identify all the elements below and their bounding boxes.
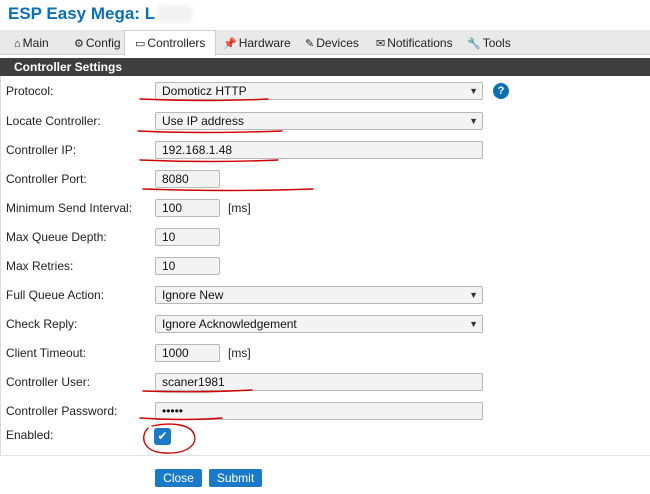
controller-user-label: Controller User: (6, 375, 91, 389)
help-icon[interactable]: ? (493, 83, 509, 99)
tab-config-label: Config (85, 36, 121, 50)
full-queue-action-select[interactable]: Ignore New ▼ (155, 286, 483, 304)
wrench-icon: 🔧 (467, 38, 481, 50)
section-title: Controller Settings (14, 60, 123, 74)
tab-main-label: Main (22, 36, 49, 50)
tab-controllers[interactable]: ▭ Controllers (124, 30, 217, 56)
min-send-interval-unit: [ms] (228, 201, 251, 215)
min-send-interval-input[interactable]: 100 (155, 199, 220, 217)
enabled-checkbox[interactable]: ✔ (154, 428, 171, 445)
protocol-select[interactable]: Domoticz HTTP ▼ (155, 82, 483, 100)
check-reply-select[interactable]: Ignore Acknowledgement ▼ (155, 315, 483, 333)
max-queue-depth-input[interactable]: 10 (155, 228, 220, 246)
tab-notifications[interactable]: ✉ Notifications (376, 33, 453, 53)
annotation-underline-port (142, 188, 314, 192)
check-reply-value: Ignore Acknowledgement (162, 317, 297, 331)
controller-password-label: Controller Password: (6, 404, 118, 418)
tab-config[interactable]: ⚙ Config (74, 33, 121, 53)
controller-port-label: Controller Port: (6, 172, 87, 186)
client-timeout-unit: [ms] (228, 346, 251, 360)
controller-port-input[interactable]: 8080 (155, 170, 220, 188)
chat-icon: ▭ (135, 38, 146, 50)
controller-ip-label: Controller IP: (6, 143, 77, 157)
tab-tools[interactable]: 🔧 Tools (467, 33, 511, 53)
chevron-down-icon: ▼ (469, 86, 478, 96)
annotation-underline-ip (139, 159, 279, 163)
tab-devices[interactable]: ✎ Devices (305, 33, 359, 53)
chevron-down-icon: ▼ (469, 116, 478, 126)
form-left-border (0, 76, 1, 456)
full-queue-action-label: Full Queue Action: (6, 288, 105, 302)
full-queue-action-value: Ignore New (162, 288, 224, 302)
max-retries-input[interactable]: 10 (155, 257, 220, 275)
locate-controller-label: Locate Controller: (6, 114, 101, 128)
chevron-down-icon: ▼ (469, 290, 478, 300)
house-icon: ⌂ (14, 38, 21, 50)
tab-main[interactable]: ⌂ Main (14, 33, 49, 53)
tab-hardware[interactable]: 📌 Hardware (223, 33, 291, 53)
tab-devices-label: Devices (316, 36, 359, 50)
tab-hardware-label: Hardware (238, 36, 291, 50)
annotation-underline-locate (137, 130, 283, 134)
check-reply-label: Check Reply: (6, 317, 78, 331)
protocol-label: Protocol: (6, 84, 54, 98)
tab-notifications-label: Notifications (387, 36, 453, 50)
form-divider (0, 455, 650, 456)
close-button[interactable]: Close (155, 469, 202, 487)
envelope-icon: ✉ (376, 38, 386, 50)
max-queue-depth-label: Max Queue Depth: (6, 230, 107, 244)
controller-ip-input[interactable]: 192.168.1.48 (155, 141, 483, 159)
submit-button[interactable]: Submit (209, 469, 262, 487)
pin-icon: 📌 (223, 38, 237, 50)
redacted-hostname (157, 5, 193, 23)
max-retries-label: Max Retries: (6, 259, 74, 273)
controller-user-input[interactable]: scaner1981 (155, 373, 483, 391)
locate-controller-select[interactable]: Use IP address ▼ (155, 112, 483, 130)
client-timeout-input[interactable]: 1000 (155, 344, 220, 362)
plug-icon: ✎ (305, 38, 315, 50)
client-timeout-label: Client Timeout: (6, 346, 87, 360)
gear-icon: ⚙ (74, 38, 84, 50)
tab-controllers-label: Controllers (147, 36, 206, 50)
locate-controller-value: Use IP address (162, 114, 244, 128)
section-header: Controller Settings (0, 58, 650, 76)
chevron-down-icon: ▼ (469, 319, 478, 329)
checkmark-icon: ✔ (157, 429, 168, 443)
tab-tools-label: Tools (482, 36, 511, 50)
app-title: ESP Easy Mega: L (8, 4, 156, 23)
protocol-value: Domoticz HTTP (162, 84, 247, 98)
tab-bar: ⌂ Main ⚙ Config ▭ Controllers 📌 Hardware ✎ De… (0, 30, 650, 56)
app-header: ESP Easy Mega: L (0, 0, 650, 34)
enabled-label: Enabled: (6, 428, 54, 442)
min-send-interval-label: Minimum Send Interval: (6, 201, 133, 215)
controller-password-input[interactable]: ••••• (155, 402, 483, 420)
